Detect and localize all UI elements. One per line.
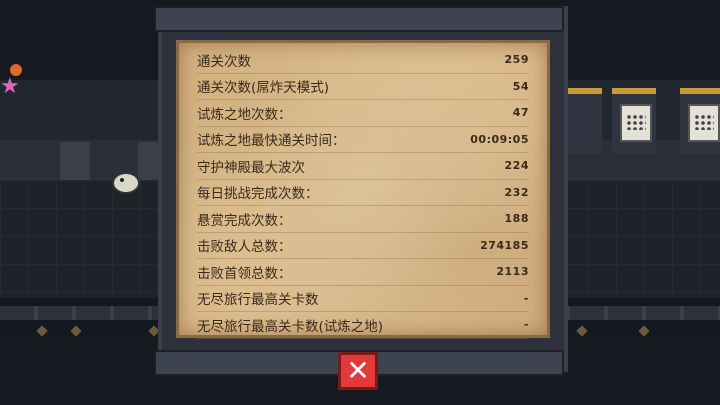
stat-label: 通关次数 [197, 53, 251, 70]
stat-row: 每日挑战完成次数： 232 [197, 180, 529, 206]
scroll-top-roller [154, 6, 564, 32]
stat-value: 274185 [480, 238, 529, 252]
stat-value: 54 [512, 79, 529, 93]
bird-pet-icon [112, 172, 140, 194]
stat-row: 守护神殿最大波次 224 [197, 153, 529, 180]
stat-value: - [523, 291, 529, 305]
stat-label: 每日挑战完成次数： [197, 186, 319, 203]
shop-item [680, 88, 720, 154]
stat-label: 击败敌人总数： [197, 239, 292, 256]
stat-row: 无尽旅行最高关卡数 - [197, 286, 529, 312]
stat-row: 通关次数(屌炸天模式) 54 [197, 74, 529, 100]
stat-label: 试炼之地最快通关时间： [197, 133, 346, 150]
stat-value: 00:09:05 [470, 132, 529, 146]
stat-value: 2113 [496, 265, 529, 279]
stat-value: 47 [512, 106, 529, 120]
stat-value: 259 [504, 53, 529, 67]
stat-value: 232 [504, 185, 529, 199]
stat-row: 击败敌人总数： 274185 [197, 233, 529, 259]
stat-row: 试炼之地次数： 47 [197, 100, 529, 127]
stat-row: 试炼之地最快通关时间： 00:09:05 [197, 127, 529, 153]
star-icon: ★ [0, 74, 20, 99]
close-button[interactable]: ✕ [338, 352, 378, 390]
stat-value: 224 [504, 159, 529, 173]
card-icon [688, 104, 720, 142]
stat-row: 通关次数 259 [197, 47, 529, 74]
stat-label: 悬赏完成次数： [197, 212, 292, 229]
card-icon [620, 104, 652, 142]
close-icon: ✕ [346, 354, 370, 387]
stat-label: 无尽旅行最高关卡数(试炼之地) [197, 318, 384, 335]
stat-value: - [523, 318, 529, 332]
stat-label: 守护神殿最大波次 [197, 159, 305, 176]
stat-row: 击败首领总数： 2113 [197, 259, 529, 286]
stats-parchment: 通关次数 259 通关次数(屌炸天模式) 54 试炼之地次数： 47 试炼之地最… [176, 40, 550, 339]
stat-label: 通关次数(屌炸天模式) [197, 80, 330, 97]
stat-value: 188 [504, 212, 529, 226]
stat-label: 试炼之地次数： [197, 106, 292, 123]
stat-row: 无尽旅行最高关卡数(试炼之地) - [197, 312, 529, 339]
shop-item [612, 88, 656, 154]
stats-list: 通关次数 259 通关次数(屌炸天模式) 54 试炼之地次数： 47 试炼之地最… [197, 47, 529, 339]
stat-label: 击败首领总数： [197, 265, 292, 282]
stat-row: 悬赏完成次数： 188 [197, 206, 529, 233]
stat-label: 无尽旅行最高关卡数 [197, 292, 319, 309]
